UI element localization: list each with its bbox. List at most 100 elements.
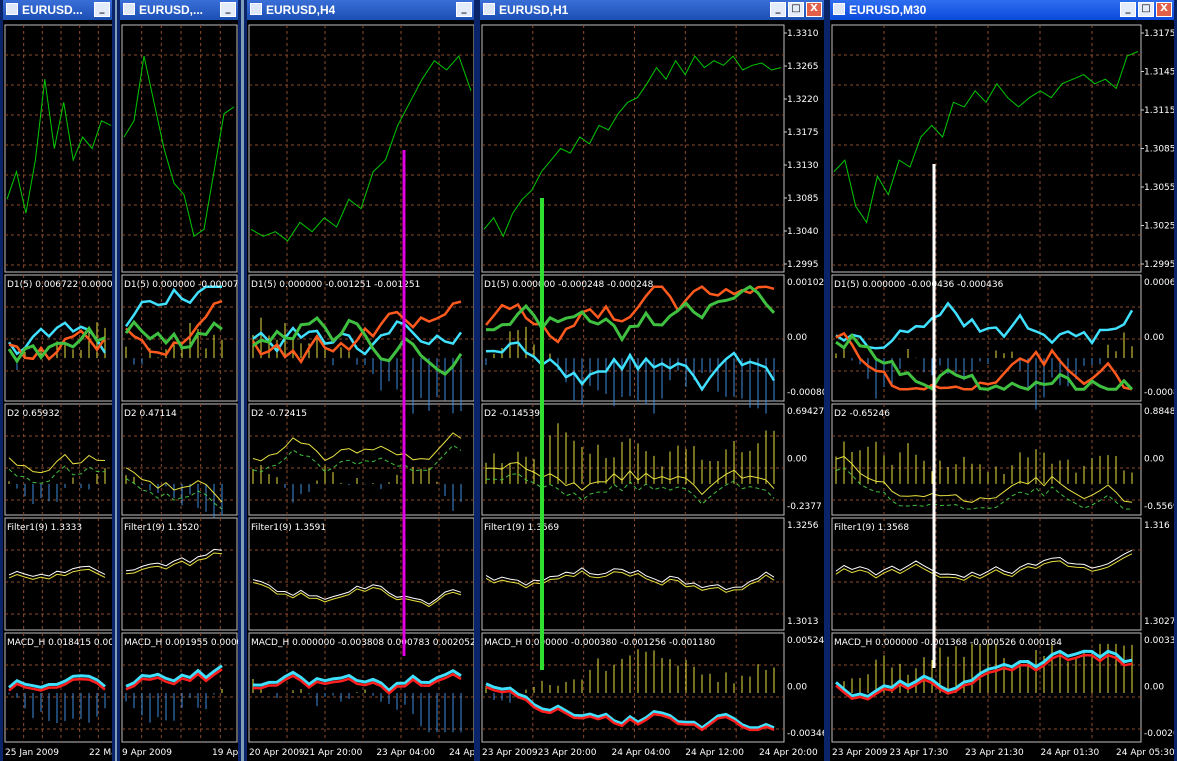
- pane-3: [831, 517, 1142, 631]
- indicator-label-d2: D2 -0.14539: [484, 409, 540, 419]
- filter-line: [835, 549, 1133, 578]
- price-line: [833, 51, 1139, 224]
- indicator-label-d1: D1(5) 0.000000 -0.000436 -0.000436: [834, 280, 1004, 290]
- chart-canvas[interactable]: D1(5) 0.000000 -0.001251 -0.001251 D2 -0.…: [247, 20, 474, 761]
- chart-canvas[interactable]: D1(5) 0.000000 -0.000436 -0.000436 D2 -0.…: [830, 20, 1174, 761]
- price-line: [123, 55, 235, 238]
- price-scale-label: 1.3055: [1144, 183, 1174, 193]
- maximize-button[interactable]: □: [1138, 2, 1154, 17]
- pane-0: [4, 24, 112, 273]
- title-bar[interactable]: EURUSD,M30 _ □ X: [830, 0, 1174, 20]
- indicator-label-d2: D2 0.65932: [7, 409, 60, 419]
- indicator-label-filter: Filter1(9) 1.3333: [7, 523, 82, 533]
- indicator-scale-label: 0.00: [1144, 333, 1164, 343]
- minimize-button[interactable]: _: [1120, 2, 1136, 17]
- pane-3: [248, 517, 474, 631]
- indicator-scale-label: 0.00: [787, 333, 807, 343]
- price-scale-label: 1.2995: [787, 260, 819, 270]
- indicator-label-d2: D2 -0.65246: [834, 409, 890, 419]
- chart-canvas[interactable]: D1(5) 0.006722 0.000000 D2 0.65932 Filter1…: [3, 20, 112, 761]
- minimize-button[interactable]: _: [456, 2, 472, 17]
- indicator-scale-label: 0.00102: [787, 278, 824, 288]
- indicator-scale-label: -0.2377: [787, 502, 822, 512]
- macd-signal-line: [835, 653, 1133, 701]
- chart-window-3[interactable]: EURUSD,H4 _ D1(5) 0.000000 -0.001251 -0.00…: [244, 0, 477, 761]
- time-axis-label: 23 Apr 21:30: [965, 748, 1024, 758]
- chart-canvas[interactable]: D1(5) 0.000000 -0.000073 D2 0.47114 Filter…: [120, 20, 238, 761]
- pane-0: [831, 24, 1142, 273]
- pane-4: [831, 632, 1142, 743]
- chart-window-icon: [123, 3, 135, 15]
- indicator-label-d1: D1(5) 0.000000 -0.000248 -0.000248: [484, 280, 654, 290]
- price-scale-label: 1.3220: [787, 95, 819, 105]
- title-bar[interactable]: EURUSD,H1 _ □ X: [480, 0, 824, 20]
- indicator-scale-label: 0.69427: [787, 407, 824, 417]
- price-scale-label: 1.3040: [787, 227, 819, 237]
- price-line: [6, 79, 112, 214]
- chart-window-4[interactable]: EURUSD,H1 _ □ X D1(5) 0.000000 -0.000248 -0.…: [477, 0, 827, 761]
- time-axis-label: 24 Apr 20:00: [759, 748, 818, 758]
- pane-3: [4, 517, 112, 631]
- indicator-label-filter: Filter1(9) 1.3569: [484, 523, 559, 533]
- indicator-label-macd: MACD_H 0.000000 -0.001368 -0.000526 0.00…: [834, 638, 1062, 648]
- chart-window-icon: [250, 3, 262, 15]
- close-button[interactable]: X: [1156, 2, 1172, 17]
- indicator-scale-label: 1.3027: [1144, 617, 1174, 627]
- price-scale-label: 1.3265: [787, 62, 819, 72]
- time-axis-label: 24 Apr 12:00: [685, 748, 744, 758]
- d2-signal-line: [835, 467, 1132, 510]
- time-axis-label: 23 Apr 2009: [832, 748, 888, 758]
- chart-window-icon: [833, 3, 845, 15]
- chart-canvas[interactable]: D1(5) 0.000000 -0.000248 -0.000248 D2 -0.…: [480, 20, 824, 761]
- indicator-scale-label: -0.55695: [1144, 502, 1174, 512]
- indicator-scale-label: 0.00: [1144, 455, 1164, 465]
- chart-window-5[interactable]: EURUSD,M30 _ □ X D1(5) 0.000000 -0.000436 -0…: [827, 0, 1177, 761]
- time-axis-label: 24 Apr 04:00: [612, 748, 671, 758]
- time-axis-label: 23 Apr 17:30: [890, 748, 949, 758]
- time-axis-label: 24 Apr 01:30: [1041, 748, 1100, 758]
- close-button[interactable]: X: [806, 2, 822, 17]
- d1-line: [251, 300, 462, 365]
- indicator-scale-label: 0.00: [787, 455, 807, 465]
- minimize-button[interactable]: _: [220, 2, 236, 17]
- time-axis-label: 23 Apr 2009: [482, 748, 538, 758]
- time-axis-label: 22 Mar 200: [89, 748, 112, 758]
- indicator-scale-label: 0.8848: [1144, 407, 1174, 417]
- chart-window-2[interactable]: EURUSD,... _ D1(5) 0.000000 -0.000073 D2 0.…: [117, 0, 241, 761]
- minimize-button[interactable]: _: [770, 2, 786, 17]
- title-bar[interactable]: EURUSD... _: [3, 0, 112, 20]
- time-axis-label: 24 Apr 1: [449, 748, 474, 758]
- pane-4: [121, 632, 238, 743]
- price-scale-label: 1.2995: [1144, 260, 1174, 270]
- d2-line: [8, 453, 106, 474]
- d1-line: [252, 315, 463, 377]
- price-line: [250, 55, 472, 242]
- window-title: EURUSD...: [22, 3, 83, 17]
- price-scale-label: 1.3145: [1144, 68, 1174, 78]
- price-scale-label: 1.3310: [787, 29, 819, 39]
- indicator-label-filter: Filter1(9) 1.3520: [124, 523, 199, 533]
- chart-window-1[interactable]: EURUSD... _ D1(5) 0.006722 0.000000 D2 0.65…: [0, 0, 115, 761]
- indicator-scale-label: 1.3013: [787, 617, 819, 627]
- pane-4: [248, 632, 474, 743]
- price-scale-label: 1.3115: [1144, 106, 1174, 116]
- indicator-label-filter: Filter1(9) 1.3591: [251, 523, 326, 533]
- window-title: EURUSD,...: [139, 3, 204, 17]
- maximize-button[interactable]: □: [788, 2, 804, 17]
- filter-line: [252, 579, 462, 605]
- indicator-label-macd: MACD_H 0.001955 0.0000: [124, 638, 238, 648]
- title-bar[interactable]: EURUSD,... _: [120, 0, 238, 20]
- pane-0: [481, 24, 785, 273]
- filter-signal-line: [835, 553, 1133, 581]
- minimize-button[interactable]: _: [94, 2, 110, 17]
- indicator-label-d1: D1(5) 0.006722 0.000000: [7, 280, 112, 290]
- pane-2: [481, 403, 785, 516]
- time-axis-label: 24 Apr 05:30: [1116, 748, 1174, 758]
- time-axis-label: 23 Apr 20:00: [538, 748, 597, 758]
- title-bar[interactable]: EURUSD,H4 _: [247, 0, 474, 20]
- indicator-label-macd: MACD_H 0.018415 0.000: [7, 638, 112, 648]
- indicator-label-d2: D2 -0.72415: [251, 409, 307, 419]
- d2-line: [835, 455, 1133, 503]
- filter-line: [125, 548, 223, 572]
- time-axis-label: 21 Apr 20:00: [304, 748, 363, 758]
